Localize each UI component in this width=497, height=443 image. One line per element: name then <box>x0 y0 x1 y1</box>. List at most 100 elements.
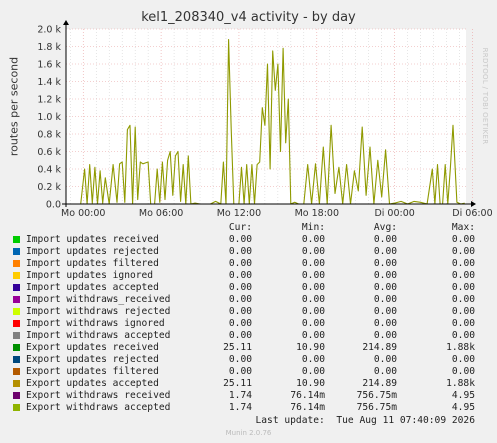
legend-value-max: 0.00 <box>451 234 475 245</box>
legend-value-max: 1.88k <box>446 342 475 353</box>
legend-series-name: Export updates accepted <box>26 378 159 389</box>
legend-value-min: 0.00 <box>301 318 325 329</box>
legend-row: Import updates rejected 0.00 0.00 0.00 0.00 <box>0 246 497 258</box>
legend-value-avg: 0.00 <box>373 234 397 245</box>
legend-swatch <box>13 296 20 303</box>
legend-value-cur: 0.00 <box>228 366 252 377</box>
x-tick-label: Di 06:00 <box>452 208 492 219</box>
legend-value-min: 0.00 <box>301 366 325 377</box>
legend-value-cur: 0.00 <box>228 246 252 257</box>
legend-swatch <box>13 236 20 243</box>
legend-value-max: 0.00 <box>451 294 475 305</box>
y-tick-label: 1.8 k <box>37 42 61 53</box>
y-tick-label: 1.0 k <box>37 112 61 123</box>
legend-value-cur: 0.00 <box>228 258 252 269</box>
legend-value-max: 0.00 <box>451 246 475 257</box>
legend-value-avg: 0.00 <box>373 354 397 365</box>
legend-swatch <box>13 308 20 315</box>
legend-value-cur: 0.00 <box>228 330 252 341</box>
legend-value-cur: 25.11 <box>223 378 252 389</box>
legend-row: Export updates filtered 0.00 0.00 0.00 0.00 <box>0 366 497 378</box>
y-tick-label: 0.6 k <box>37 147 61 158</box>
legend-value-max: 4.95 <box>451 402 475 413</box>
y-tick-label: 1.2 k <box>37 95 61 106</box>
legend-value-cur: 0.00 <box>228 306 252 317</box>
legend-value-max: 0.00 <box>451 366 475 377</box>
x-axis-arrow <box>471 201 476 207</box>
legend-value-avg: 214.89 <box>362 342 397 353</box>
legend-value-max: 0.00 <box>451 270 475 281</box>
legend-series-name: Import withdraws_received <box>26 294 171 305</box>
legend-header-cur: Cur: <box>228 222 252 233</box>
legend-swatch <box>13 392 20 399</box>
x-tick-label: Mo 06:00 <box>139 208 183 219</box>
legend-series-name: Export withdraws received <box>26 390 171 401</box>
legend-value-avg: 0.00 <box>373 282 397 293</box>
legend-value-avg: 0.00 <box>373 270 397 281</box>
legend-value-min: 0.00 <box>301 246 325 257</box>
legend-row: Export withdraws accepted 1.74 76.14m 756.7… <box>0 402 497 414</box>
legend-value-avg: 0.00 <box>373 294 397 305</box>
legend-value-max: 4.95 <box>451 390 475 401</box>
legend-value-max: 0.00 <box>451 318 475 329</box>
legend-value-max: 0.00 <box>451 330 475 341</box>
legend-value-avg: 756.75m <box>356 390 397 401</box>
y-tick-label: 0.2 k <box>37 182 61 193</box>
x-tick-label: Mo 18:00 <box>295 208 339 219</box>
legend-value-cur: 0.00 <box>228 318 252 329</box>
legend-row: Import withdraws_received 0.00 0.00 0.00 0.0… <box>0 294 497 306</box>
legend-swatch <box>13 380 20 387</box>
y-tick-label: 1.6 k <box>37 60 61 71</box>
legend-value-avg: 0.00 <box>373 306 397 317</box>
legend-row: Import updates filtered 0.00 0.00 0.00 0.00 <box>0 258 497 270</box>
y-axis-arrow <box>63 20 69 25</box>
legend-value-min: 0.00 <box>301 354 325 365</box>
y-tick-label: 0.4 k <box>37 165 61 176</box>
legend-series-name: Import updates rejected <box>26 246 159 257</box>
legend-value-max: 0.00 <box>451 258 475 269</box>
legend-value-min: 10.90 <box>296 378 325 389</box>
y-tick-label: 1.4 k <box>37 77 61 88</box>
legend-value-min: 76.14m <box>290 390 325 401</box>
legend-value-cur: 0.00 <box>228 354 252 365</box>
legend-series-name: Export updates received <box>26 342 159 353</box>
legend-series-name: Import withdraws rejected <box>26 306 171 317</box>
legend-swatch <box>13 404 20 411</box>
legend-value-avg: 214.89 <box>362 378 397 389</box>
legend-value-cur: 1.74 <box>228 402 252 413</box>
x-tick-labels: Mo 00:00 Mo 06:00 Mo 12:00 Mo 18:00 Di 00:00… <box>61 208 493 219</box>
x-tick-label: Di 00:00 <box>374 208 414 219</box>
legend-series-name: Export withdraws accepted <box>26 402 171 413</box>
legend-value-min: 0.00 <box>301 270 325 281</box>
legend-value-cur: 0.00 <box>228 294 252 305</box>
legend-header-min: Min: <box>301 222 325 233</box>
legend-swatch <box>13 320 20 327</box>
legend-row: Import updates ignored 0.00 0.00 0.00 0.00 <box>0 270 497 282</box>
legend-row: Import withdraws rejected 0.00 0.00 0.00 0.0… <box>0 306 497 318</box>
legend-value-cur: 0.00 <box>228 234 252 245</box>
legend-value-cur: 0.00 <box>228 270 252 281</box>
legend-row: Export withdraws received 1.74 76.14m 756.7… <box>0 390 497 402</box>
legend-swatch <box>13 332 20 339</box>
legend-swatch <box>13 260 20 267</box>
legend-row: Export updates rejected 0.00 0.00 0.00 0.00 <box>0 354 497 366</box>
y-tick-label: 2.0 k <box>37 25 61 36</box>
legend-header-avg: Avg: <box>373 222 397 233</box>
legend-series-name: Import updates received <box>26 234 159 245</box>
legend-value-min: 0.00 <box>301 282 325 293</box>
legend-row: Import updates accepted 0.00 0.00 0.00 0.00 <box>0 282 497 294</box>
legend-row: Import withdraws ignored 0.00 0.00 0.00 0.00 <box>0 318 497 330</box>
legend-row: Export updates received 25.11 10.90 214.89 1… <box>0 342 497 354</box>
x-tick-label: Mo 00:00 <box>61 208 105 219</box>
legend-row: Import withdraws accepted 0.00 0.00 0.00 0.0… <box>0 330 497 342</box>
y-tick-labels: 0.0 0.2 k 0.4 k 0.6 k 0.8 k 1.0 k 1.2 k 1.4 k 1.… <box>37 25 61 211</box>
munin-version: Munin 2.0.76 <box>225 429 272 437</box>
legend-series-name: Import withdraws accepted <box>26 330 171 341</box>
legend-value-avg: 0.00 <box>373 318 397 329</box>
legend-value-min: 0.00 <box>301 234 325 245</box>
legend-value-max: 0.00 <box>451 282 475 293</box>
legend-row: Import updates received 0.00 0.00 0.00 0.00 <box>0 234 497 246</box>
legend-value-max: 1.88k <box>446 378 475 389</box>
legend-swatch <box>13 356 20 363</box>
legend-series-name: Export updates rejected <box>26 354 159 365</box>
